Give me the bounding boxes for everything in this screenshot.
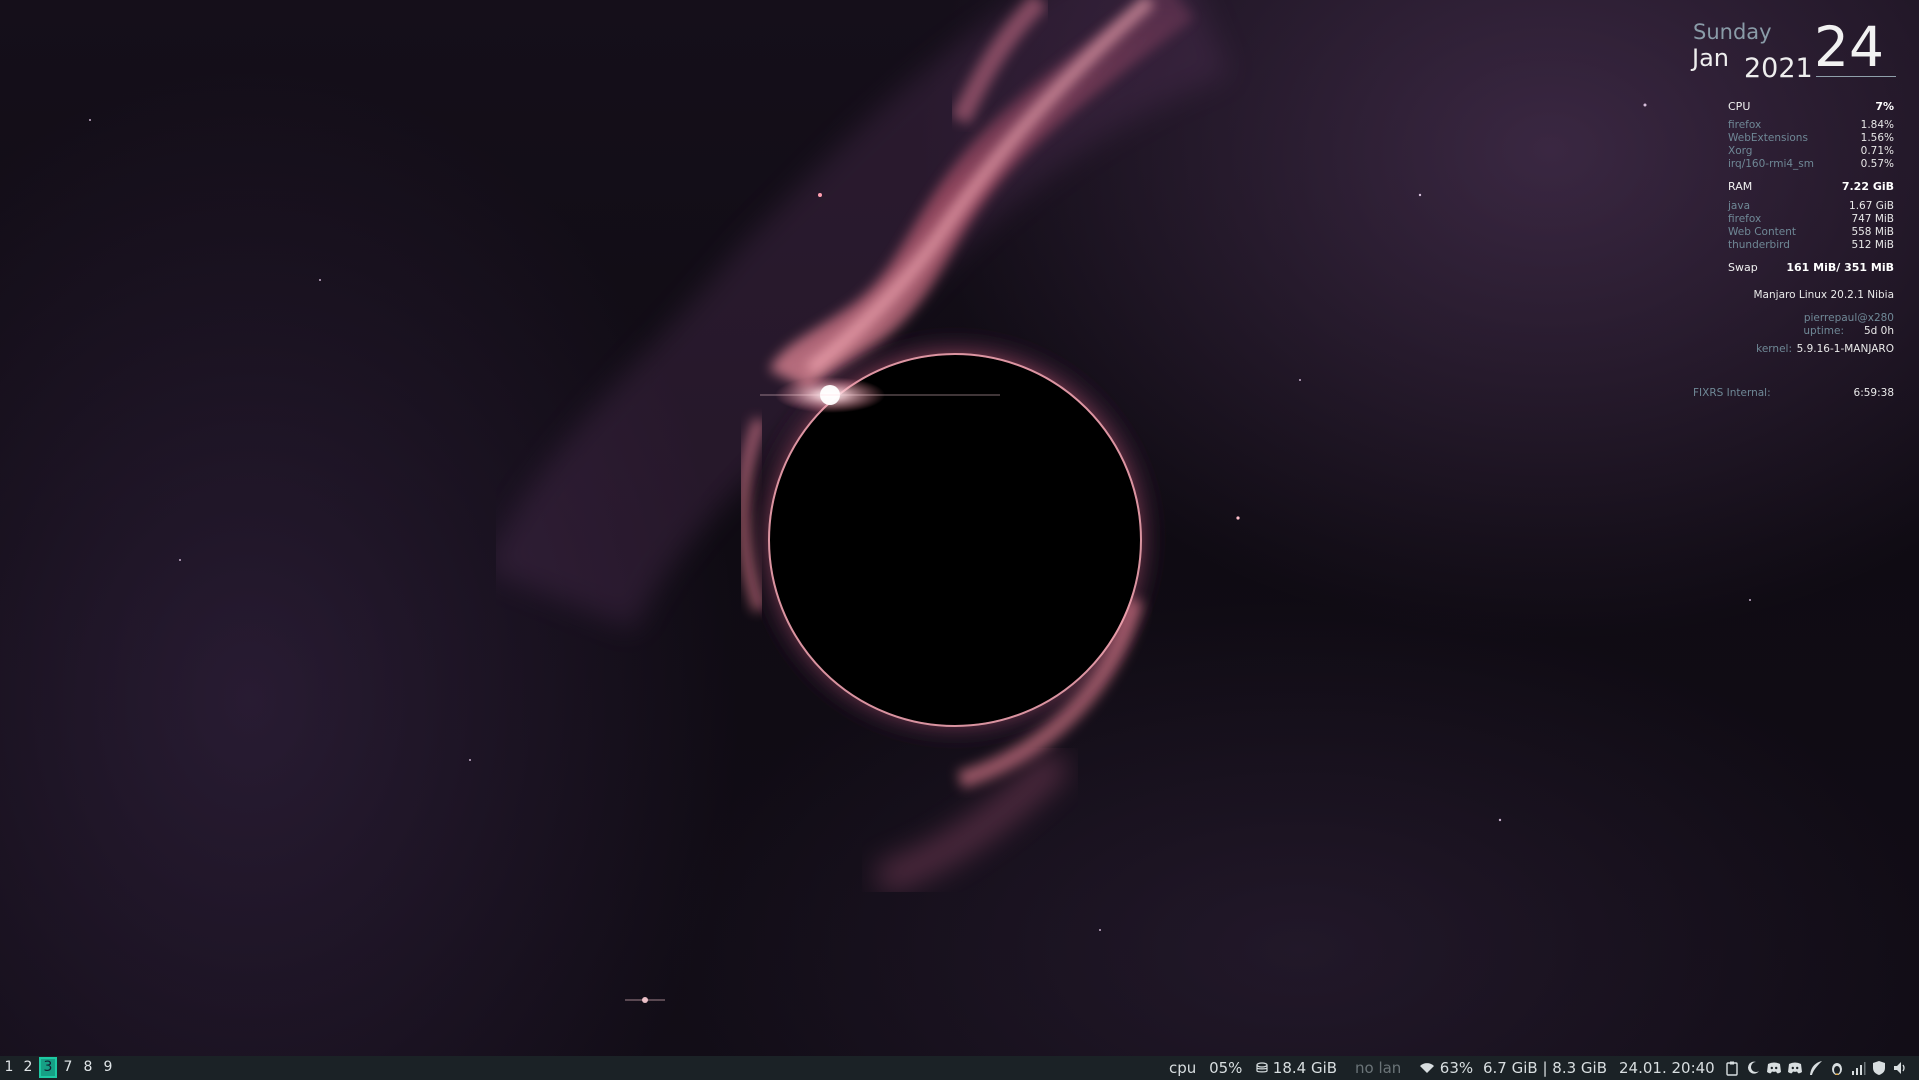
cpu-proc-value: 1.56% <box>1860 132 1894 144</box>
wallpaper <box>89 0 1751 1003</box>
ram-proc-value: 558 MiB <box>1851 226 1894 238</box>
conky-widget: Sunday Jan 2021 24 CPU 7% firefox 1.84% … <box>1688 18 1896 408</box>
desktop: Sunday Jan 2021 24 CPU 7% firefox 1.84% … <box>0 0 1919 1080</box>
kernel-label: kernel: <box>1756 343 1792 355</box>
swap-value: 161 MiB/ 351 MiB <box>1786 261 1894 274</box>
uptime-value: 5d 0h <box>1863 325 1894 337</box>
penguin-icon[interactable] <box>1829 1060 1845 1076</box>
kernel-value: 5.9.16-1-MANJARO <box>1796 343 1894 355</box>
ram-proc-name: Web Content <box>1728 226 1796 238</box>
conky-year: 2021 <box>1744 53 1813 84</box>
cpu-module-value: 05% <box>1209 1059 1243 1077</box>
ram-proc-name: thunderbird <box>1728 239 1790 251</box>
memory-module[interactable]: 6.7 GiB | 8.3 GiB <box>1483 1056 1607 1080</box>
wifi-strength: 63% <box>1439 1059 1474 1077</box>
ram-proc-value: 512 MiB <box>1851 239 1894 251</box>
conky-month: Jan <box>1692 44 1729 72</box>
lan-status[interactable]: no lan <box>1355 1056 1401 1080</box>
signal-icon[interactable] <box>1850 1060 1866 1076</box>
timer-label: FIXRS Internal: <box>1693 387 1771 399</box>
cpu-proc-name: WebExtensions <box>1728 132 1808 144</box>
disk-icon <box>1256 1062 1268 1073</box>
workspace-button-9[interactable]: 9 <box>99 1057 117 1078</box>
ram-proc-value: 1.67 GiB <box>1849 200 1894 212</box>
shield-icon[interactable] <box>1871 1060 1887 1076</box>
workspace-button-2[interactable]: 2 <box>19 1057 37 1078</box>
discord-icon[interactable] <box>1787 1060 1803 1076</box>
cpu-label: CPU <box>1728 100 1751 113</box>
cpu-module-label: cpu <box>1169 1059 1197 1077</box>
cpu-module[interactable]: cpu 05% <box>1169 1056 1242 1080</box>
wifi-module[interactable]: 63% <box>1419 1056 1473 1080</box>
cpu-proc-name: firefox <box>1728 119 1762 131</box>
workspace-button-3-active[interactable]: 3 <box>39 1057 57 1078</box>
ram-total: 7.22 GiB <box>1841 180 1894 193</box>
conky-date-underline <box>1816 76 1896 77</box>
moon-icon[interactable] <box>1745 1060 1761 1076</box>
timer-value: 6:59:38 <box>1853 387 1894 399</box>
disk-value: 18.4 GiB <box>1272 1059 1338 1077</box>
clipboard-icon[interactable] <box>1724 1060 1740 1076</box>
ram-proc-name: firefox <box>1728 213 1762 225</box>
workspace-button-7[interactable]: 7 <box>59 1057 77 1078</box>
ram-proc-value: 747 MiB <box>1851 213 1894 225</box>
cpu-proc-name: Xorg <box>1728 145 1753 157</box>
distro-name: Manjaro Linux 20.2.1 Nibia <box>1753 289 1895 301</box>
cpu-proc-value: 0.57% <box>1860 158 1894 170</box>
volume-icon[interactable] <box>1892 1060 1908 1076</box>
discord-icon[interactable] <box>1766 1060 1782 1076</box>
conky-day-name: Sunday <box>1693 20 1772 44</box>
wifi-icon <box>1420 1063 1434 1073</box>
status-bar: 1 2 3 7 8 9 cpu 05% 18.4 GiB no lan 63% … <box>0 1056 1919 1080</box>
cpu-proc-value: 0.71% <box>1860 145 1894 157</box>
cpu-proc-value: 1.84% <box>1860 119 1894 131</box>
uptime-label: uptime: <box>1803 325 1844 337</box>
feather-icon[interactable] <box>1808 1060 1824 1076</box>
conky-day-number: 24 <box>1814 15 1884 79</box>
cpu-total: 7% <box>1875 100 1894 113</box>
disk-module[interactable]: 18.4 GiB <box>1256 1056 1337 1080</box>
ram-label: RAM <box>1728 180 1753 193</box>
workspace-button-1[interactable]: 1 <box>0 1057 18 1078</box>
user-host: pierrepaul@x280 <box>1803 312 1894 324</box>
datetime-module[interactable]: 24.01. 20:40 <box>1619 1056 1715 1080</box>
ram-proc-name: java <box>1728 200 1750 212</box>
workspace-button-8[interactable]: 8 <box>79 1057 97 1078</box>
cpu-proc-name: irq/160-rmi4_sm <box>1728 158 1814 170</box>
swap-label: Swap <box>1728 261 1758 274</box>
